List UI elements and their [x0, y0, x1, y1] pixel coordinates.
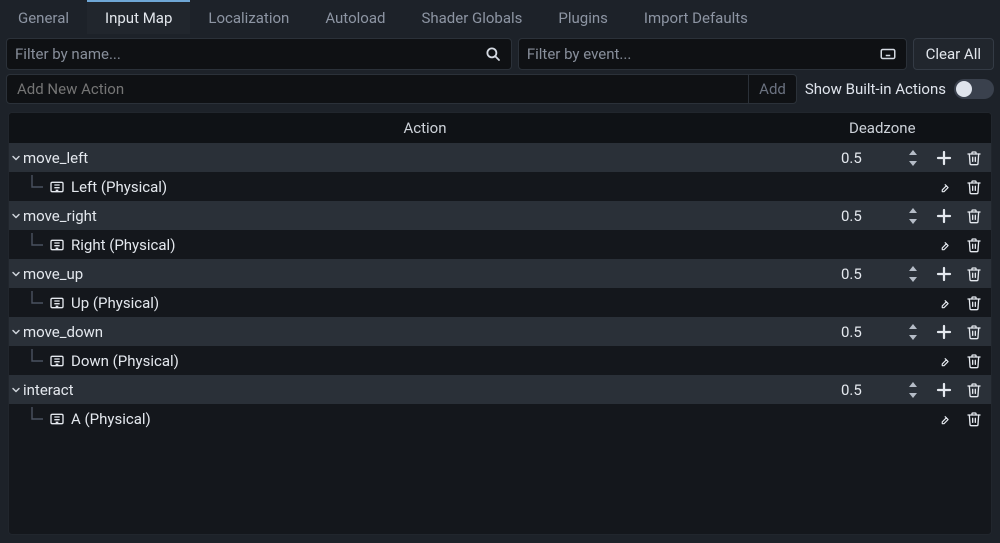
edit-event-button[interactable] [935, 410, 953, 428]
deadzone-spinner[interactable]: 0.5 [841, 323, 927, 341]
add-action-button[interactable]: Add [748, 75, 796, 103]
add-event-button[interactable] [935, 149, 953, 167]
deadzone-spinner[interactable]: 0.5 [841, 381, 927, 399]
event-row[interactable]: A (Physical) [9, 404, 991, 433]
action-row[interactable]: interact0.5 [9, 375, 991, 404]
spinner-arrows-icon[interactable] [905, 149, 921, 167]
tab-localization[interactable]: Localization [190, 0, 307, 34]
column-action: Action [9, 119, 841, 137]
event-row[interactable]: Down (Physical) [9, 346, 991, 375]
column-deadzone: Deadzone [841, 119, 991, 137]
delete-action-button[interactable] [965, 381, 983, 399]
chevron-down-icon[interactable] [9, 384, 23, 396]
event-label: Right (Physical) [71, 236, 841, 254]
tab-plugins[interactable]: Plugins [540, 0, 625, 34]
keyboard-icon [49, 179, 65, 195]
tab-autoload[interactable]: Autoload [307, 0, 403, 34]
tree-elbow-icon [23, 175, 49, 199]
keyboard-capture-icon[interactable] [878, 44, 898, 64]
edit-event-button[interactable] [935, 178, 953, 196]
deadzone-spinner[interactable]: 0.5 [841, 149, 927, 167]
delete-event-button[interactable] [965, 178, 983, 196]
action-row[interactable]: move_right0.5 [9, 201, 991, 230]
action-name: move_right [23, 207, 841, 225]
event-row[interactable]: Right (Physical) [9, 230, 991, 259]
delete-action-button[interactable] [965, 207, 983, 225]
event-row[interactable]: Up (Physical) [9, 288, 991, 317]
add-action-input[interactable] [7, 80, 748, 98]
add-event-button[interactable] [935, 323, 953, 341]
deadzone-value: 0.5 [841, 207, 862, 225]
clear-all-button[interactable]: Clear All [913, 38, 994, 70]
add-event-button[interactable] [935, 265, 953, 283]
deadzone-value: 0.5 [841, 265, 862, 283]
action-name: interact [23, 381, 841, 399]
filter-row: Clear All [0, 34, 1000, 74]
keyboard-icon [49, 295, 65, 311]
tab-import-defaults[interactable]: Import Defaults [626, 0, 766, 34]
tab-general[interactable]: General [0, 0, 87, 34]
deadzone-value: 0.5 [841, 323, 862, 341]
keyboard-icon [49, 353, 65, 369]
settings-tabs: General Input Map Localization Autoload … [0, 0, 1000, 34]
event-label: A (Physical) [71, 410, 841, 428]
action-row[interactable]: move_left0.5 [9, 143, 991, 172]
add-event-button[interactable] [935, 207, 953, 225]
action-row[interactable]: move_down0.5 [9, 317, 991, 346]
event-label: Down (Physical) [71, 352, 841, 370]
action-name: move_up [23, 265, 841, 283]
spinner-arrows-icon[interactable] [905, 265, 921, 283]
action-name: move_left [23, 149, 841, 167]
chevron-down-icon[interactable] [9, 326, 23, 338]
show-builtin-label: Show Built-in Actions [805, 80, 946, 98]
deadzone-value: 0.5 [841, 381, 862, 399]
table-header: Action Deadzone [9, 113, 991, 143]
chevron-down-icon[interactable] [9, 268, 23, 280]
add-event-button[interactable] [935, 381, 953, 399]
keyboard-icon [49, 411, 65, 427]
deadzone-value: 0.5 [841, 149, 862, 167]
edit-event-button[interactable] [935, 236, 953, 254]
chevron-down-icon[interactable] [9, 152, 23, 164]
event-row[interactable]: Left (Physical) [9, 172, 991, 201]
delete-action-button[interactable] [965, 323, 983, 341]
add-action-box: Add [6, 74, 797, 104]
delete-event-button[interactable] [965, 236, 983, 254]
event-label: Left (Physical) [71, 178, 841, 196]
tree-elbow-icon [23, 349, 49, 373]
edit-event-button[interactable] [935, 294, 953, 312]
tree-elbow-icon [23, 233, 49, 257]
action-name: move_down [23, 323, 841, 341]
tree-elbow-icon [23, 407, 49, 431]
action-row[interactable]: move_up0.5 [9, 259, 991, 288]
delete-event-button[interactable] [965, 410, 983, 428]
spinner-arrows-icon[interactable] [905, 323, 921, 341]
actions-table: Action Deadzone move_left0.5Left (Physic… [8, 112, 992, 535]
filter-event-input[interactable] [527, 45, 878, 63]
chevron-down-icon[interactable] [9, 210, 23, 222]
search-icon[interactable] [483, 44, 503, 64]
input-map-panel: General Input Map Localization Autoload … [0, 0, 1000, 543]
deadzone-spinner[interactable]: 0.5 [841, 265, 927, 283]
filter-event-box [518, 38, 907, 70]
spinner-arrows-icon[interactable] [905, 207, 921, 225]
delete-event-button[interactable] [965, 294, 983, 312]
event-label: Up (Physical) [71, 294, 841, 312]
add-action-row: Add Show Built-in Actions [0, 74, 1000, 110]
delete-action-button[interactable] [965, 265, 983, 283]
spinner-arrows-icon[interactable] [905, 381, 921, 399]
filter-name-input[interactable] [15, 45, 483, 63]
tab-shader-globals[interactable]: Shader Globals [403, 0, 540, 34]
show-builtin-toggle[interactable] [954, 79, 994, 99]
tab-input-map[interactable]: Input Map [87, 0, 190, 34]
keyboard-icon [49, 237, 65, 253]
delete-action-button[interactable] [965, 149, 983, 167]
delete-event-button[interactable] [965, 352, 983, 370]
filter-name-box [6, 38, 512, 70]
deadzone-spinner[interactable]: 0.5 [841, 207, 927, 225]
edit-event-button[interactable] [935, 352, 953, 370]
tree-elbow-icon [23, 291, 49, 315]
